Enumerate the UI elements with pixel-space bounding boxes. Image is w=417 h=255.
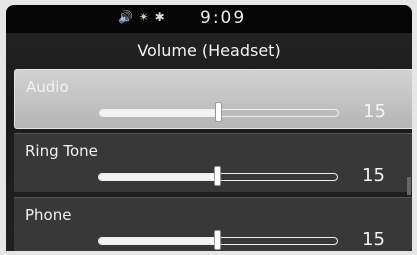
volume-row-label: Phone [25,206,72,224]
scrollbar[interactable] [407,177,411,195]
volume-screen: 🔊 ✴ ✱ 9:09 Volume (Headset) Audio 15 Rin… [6,5,412,251]
volume-slider-thumb[interactable] [215,102,222,122]
volume-slider-fill [100,110,219,116]
volume-row-audio[interactable]: Audio 15 [14,69,412,129]
speaker-icon: 🔊 [118,10,134,24]
clock: 9:09 [200,8,247,28]
page-title: Volume (Headset) [137,41,281,60]
volume-slider-thumb[interactable] [214,230,221,250]
volume-value: 15 [362,165,385,186]
volume-row-label: Audio [26,78,69,96]
volume-row-ring-tone[interactable]: Ring Tone 15 [14,133,412,192]
volume-slider-fill [99,238,218,244]
status-icons: 🔊 ✴ ✱ [118,10,166,24]
volume-row-phone[interactable]: Phone 15 [14,197,412,251]
volume-slider-fill [99,174,218,180]
bluetooth-icon: ✱ [154,10,166,24]
volume-row-label: Ring Tone [25,142,98,160]
volume-value: 15 [363,101,386,122]
signal-icon: ✴ [138,10,150,24]
volume-slider-thumb[interactable] [214,166,221,186]
status-bar: 🔊 ✴ ✱ 9:09 [6,5,412,33]
volume-value: 15 [362,229,385,250]
